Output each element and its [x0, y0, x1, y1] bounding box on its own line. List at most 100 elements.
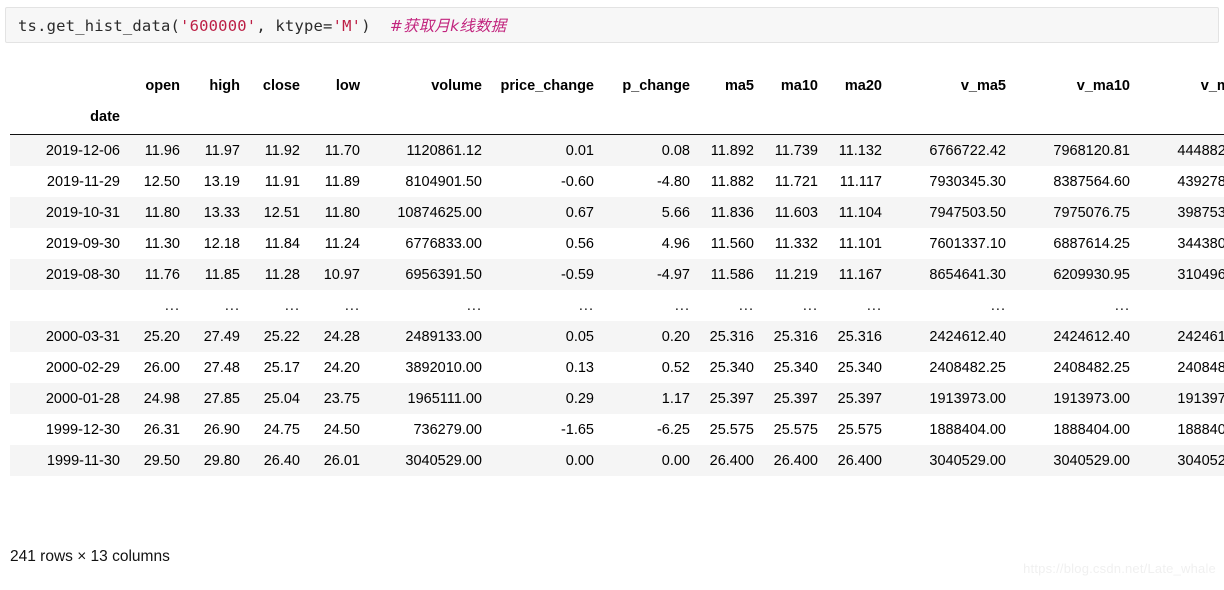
- index-row-blank-8: [698, 102, 762, 135]
- cell-ma10: 11.603: [774, 204, 818, 221]
- watermark-text: https://blog.csdn.net/Late_whale: [1023, 561, 1216, 576]
- cell-ma20: 11.101: [838, 235, 882, 252]
- cell-close: 11.28: [264, 266, 300, 283]
- cell-low: 10.97: [323, 266, 360, 283]
- code-function-call: ts.get_hist_data(: [18, 17, 181, 35]
- cell-open: 24.98: [143, 390, 180, 407]
- index-row-blank-12: [1014, 102, 1138, 135]
- cell-close: 11.84: [264, 235, 300, 252]
- cell-ma10: 25.316: [773, 328, 818, 345]
- column-header-v-ma5: v_ma5: [960, 78, 1006, 94]
- cell-v_ma10: 1888404.00: [1053, 421, 1130, 438]
- cell-volume: 3040529.00: [405, 452, 482, 469]
- row-index-date: 1999-12-30: [45, 421, 120, 438]
- cell-v_ma20: 1913973.00: [1177, 390, 1224, 407]
- cell-v_ma20: ...: [1138, 290, 1224, 321]
- column-header-low: low: [335, 78, 360, 94]
- cell-ma20: 25.316: [837, 328, 882, 345]
- index-row-blank-7: [602, 102, 698, 135]
- index-row-blank-2: [188, 102, 248, 135]
- cell-v_ma5: 7930345.30: [929, 173, 1006, 190]
- row-index-date: 2019-08-30: [45, 266, 120, 283]
- cell-open: 11.30: [144, 235, 180, 252]
- table-row: 2000-03-31 25.20 27.49 25.22 24.28 2489133.00…: [10, 321, 1224, 352]
- column-header-volume: volume: [431, 78, 482, 94]
- cell-ma5: 11.882: [710, 173, 754, 190]
- index-name-date: date: [10, 102, 128, 135]
- dataframe-shape-label: 241 rows × 13 columns: [10, 548, 170, 565]
- index-row-blank-11: [890, 102, 1014, 135]
- cell-v_ma5: 2424612.40: [929, 328, 1006, 345]
- cell-volume: 736279.00: [413, 421, 482, 438]
- index-row-blank-6: [490, 102, 602, 135]
- cell-low: 24.20: [323, 359, 360, 376]
- cell-p_change: 4.96: [661, 235, 690, 252]
- cell-price_change: 0.56: [565, 235, 594, 252]
- column-header-high: high: [209, 78, 240, 94]
- cell-ma5: 25.575: [709, 421, 754, 438]
- code-text: ts.get_hist_data('600000', ktype='M') #获…: [18, 14, 506, 36]
- cell-ma5: 25.316: [709, 328, 754, 345]
- cell-v_ma10: 8387564.60: [1053, 173, 1130, 190]
- code-separator: , ktype=: [256, 17, 333, 35]
- cell-open: 25.20: [143, 328, 180, 345]
- row-index-date: 2019-11-29: [46, 173, 120, 190]
- row-index-date: 2019-12-06: [45, 142, 120, 159]
- index-row-blank-5: [368, 102, 490, 135]
- cell-price_change: ...: [578, 297, 594, 314]
- cell-close: 11.92: [264, 142, 300, 159]
- cell-volume: ...: [466, 297, 482, 314]
- table-row: .......................................: [10, 290, 1224, 321]
- cell-v_ma20: 3987538.38: [1177, 204, 1224, 221]
- cell-v_ma20: 4392783.45: [1177, 173, 1224, 190]
- code-suffix: ): [361, 17, 371, 35]
- cell-v_ma20: 3443807.13: [1177, 235, 1224, 252]
- index-row-blank-4: [308, 102, 368, 135]
- table-body: 2019-12-06 11.96 11.97 11.92 11.70 1120861.12…: [10, 134, 1224, 476]
- cell-high: 13.19: [203, 173, 240, 190]
- cell-v_ma10: 6209930.95: [1053, 266, 1130, 283]
- cell-ma10: 11.219: [774, 266, 818, 283]
- cell-ma20: 11.167: [838, 266, 882, 283]
- header-corner-blank: [10, 72, 128, 102]
- cell-ma20: 25.340: [837, 359, 882, 376]
- cell-volume: 2489133.00: [405, 328, 482, 345]
- cell-p_change: 0.08: [661, 142, 690, 159]
- cell-close: 25.22: [263, 328, 300, 345]
- cell-price_change: 0.29: [565, 390, 594, 407]
- cell-v_ma20: 3104965.48: [1177, 266, 1224, 283]
- cell-volume: 8104901.50: [405, 173, 482, 190]
- cell-ma10: 25.397: [773, 390, 818, 407]
- row-index-date: 2000-02-29: [45, 359, 120, 376]
- cell-ma10: 25.340: [773, 359, 818, 376]
- table-row: 2000-02-29 26.00 27.48 25.17 24.20 3892010.00…: [10, 352, 1224, 383]
- cell-ma5: 25.397: [709, 390, 754, 407]
- cell-p_change: -4.97: [656, 266, 690, 283]
- dataframe-output: open high close low volume price_change …: [10, 72, 1224, 476]
- cell-ma5: 25.340: [709, 359, 754, 376]
- cell-low: 23.75: [323, 390, 360, 407]
- cell-volume: 6776833.00: [405, 235, 482, 252]
- column-header-ma10: ma10: [780, 78, 818, 94]
- cell-price_change: -0.59: [560, 266, 594, 283]
- cell-v_ma10: 1913973.00: [1053, 390, 1130, 407]
- cell-v_ma10: ...: [1114, 297, 1130, 314]
- row-index-date: 2000-01-28: [45, 390, 120, 407]
- cell-p_change: -4.80: [656, 173, 690, 190]
- cell-ma10: 11.739: [774, 142, 818, 159]
- table-row: 1999-12-30 26.31 26.90 24.75 24.50 736279.00 -…: [10, 414, 1224, 445]
- row-index-date: 1999-11-30: [46, 452, 120, 469]
- cell-high: ...: [224, 297, 240, 314]
- cell-price_change: -0.60: [560, 173, 594, 190]
- cell-low: 11.70: [324, 142, 360, 159]
- cell-ma20: 26.400: [837, 452, 882, 469]
- cell-open: 26.00: [143, 359, 180, 376]
- cell-price_change: 0.05: [565, 328, 594, 345]
- code-string-arg: '600000': [180, 17, 257, 35]
- cell-p_change: 0.52: [661, 359, 690, 376]
- table-row: 2019-10-31 11.80 13.33 12.51 11.80 10874625.0…: [10, 197, 1224, 228]
- cell-v_ma5: 3040529.00: [929, 452, 1006, 469]
- code-input-cell[interactable]: ts.get_hist_data('600000', ktype='M') #获…: [5, 7, 1219, 43]
- cell-p_change: 0.20: [661, 328, 690, 345]
- cell-v_ma5: 6766722.42: [929, 142, 1006, 159]
